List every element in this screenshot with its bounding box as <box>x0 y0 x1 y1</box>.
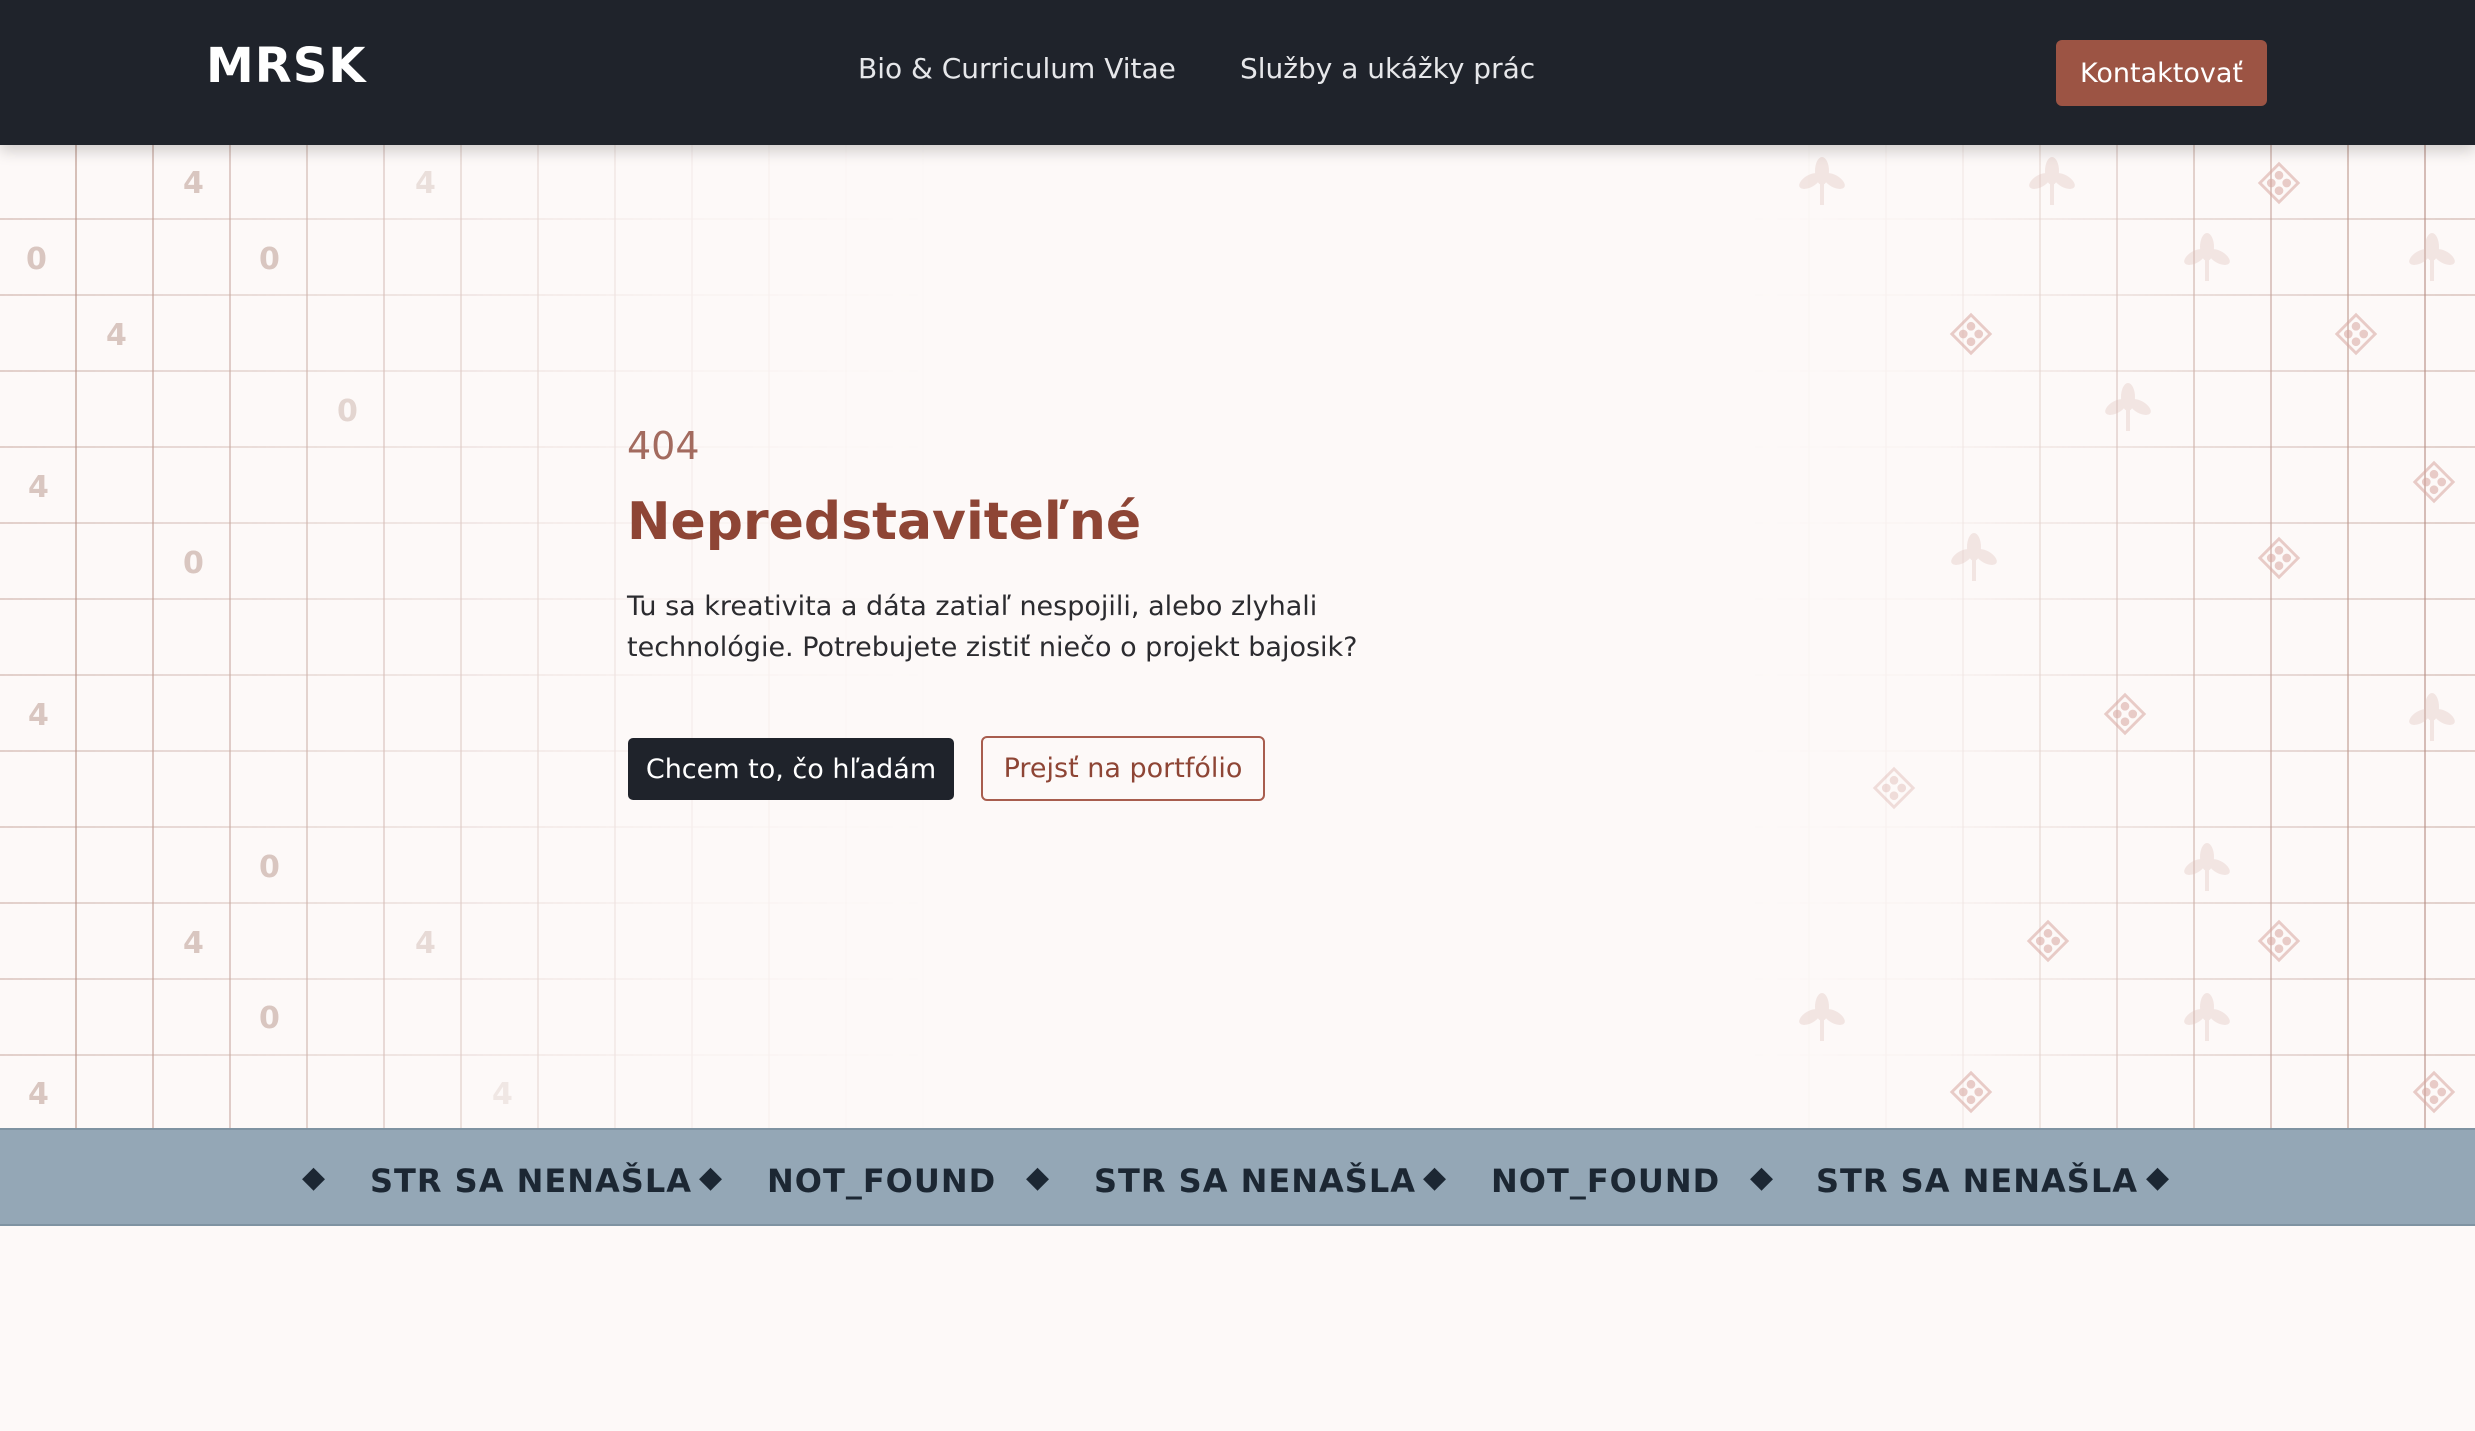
folk-diamond-ornament-icon <box>2257 919 2301 963</box>
diamond-icon: ◆ <box>302 1160 326 1195</box>
logo[interactable]: MRSK <box>206 38 367 94</box>
contact-button[interactable]: Kontaktovať <box>2056 40 2267 106</box>
marquee-item: STR SA NENAŠLA <box>1094 1162 1416 1200</box>
folk-diamond-ornament-icon <box>2334 312 2378 356</box>
folk-flower-ornament-icon <box>2409 693 2455 741</box>
folk-flower-ornament-icon <box>1799 993 1845 1041</box>
folk-diamond-ornament-icon <box>2412 1070 2456 1114</box>
error-code: 404 <box>627 424 700 468</box>
background-digit: 4 <box>28 698 49 733</box>
folk-flower-ornament-icon <box>2409 233 2455 281</box>
folk-diamond-ornament-icon <box>2257 536 2301 580</box>
folk-diamond-ornament-icon <box>1949 1070 1993 1114</box>
background-digit: 4 <box>183 166 204 201</box>
background-grid-right <box>1500 145 2475 1130</box>
folk-diamond-ornament-icon <box>2412 460 2456 504</box>
error-description: Tu sa kreativita a dáta zatiaľ nespojili… <box>627 591 1358 663</box>
folk-flower-ornament-icon <box>2184 233 2230 281</box>
diamond-icon: ◆ <box>1026 1160 1050 1195</box>
background-digit: 4 <box>28 1077 49 1112</box>
background-digit: 0 <box>183 546 204 581</box>
folk-diamond-ornament-icon <box>1949 312 1993 356</box>
page-title: Nepredstaviteľné <box>627 492 1142 552</box>
background-digit: 4 <box>415 926 436 961</box>
background-digit: 0 <box>259 242 280 277</box>
diamond-icon: ◆ <box>2146 1160 2170 1195</box>
background-digit: 0 <box>26 242 47 277</box>
folk-flower-ornament-icon <box>2184 843 2230 891</box>
background-digit: 4 <box>492 1077 513 1112</box>
top-navbar: MRSK Bio & Curriculum Vitae Služby a uká… <box>0 0 2475 145</box>
background-digit: 0 <box>337 394 358 429</box>
folk-flower-ornament-icon <box>2105 383 2151 431</box>
background-digit: 0 <box>259 850 280 885</box>
go-to-portfolio-button[interactable]: Prejsť na portfólio <box>981 736 1265 801</box>
folk-flower-ornament-icon <box>1799 157 1845 205</box>
marquee-band: ◆ STR SA NENAŠLA ◆ NOT_FOUND ◆ STR SA NE… <box>0 1128 2475 1226</box>
marquee-item: NOT_FOUND <box>1491 1162 1721 1200</box>
nav-link-bio[interactable]: Bio & Curriculum Vitae <box>858 52 1176 85</box>
marquee-item: NOT_FOUND <box>767 1162 997 1200</box>
folk-flower-ornament-icon <box>1951 533 1997 581</box>
folk-diamond-ornament-icon <box>2026 919 2070 963</box>
nav-link-services[interactable]: Služby a ukážky prác <box>1240 52 1535 85</box>
diamond-icon: ◆ <box>699 1160 723 1195</box>
folk-diamond-ornament-icon <box>1872 766 1916 810</box>
folk-flower-ornament-icon <box>2029 157 2075 205</box>
background-digit: 4 <box>415 166 436 201</box>
diamond-icon: ◆ <box>1750 1160 1774 1195</box>
folk-diamond-ornament-icon <box>2257 161 2301 205</box>
background-digit: 4 <box>183 926 204 961</box>
find-what-i-need-button[interactable]: Chcem to, čo hľadám <box>628 738 954 800</box>
folk-flower-ornament-icon <box>2184 993 2230 1041</box>
marquee-item: STR SA NENAŠLA <box>1816 1162 2138 1200</box>
background-digit: 4 <box>106 318 127 353</box>
diamond-icon: ◆ <box>1423 1160 1447 1195</box>
folk-diamond-ornament-icon <box>2103 692 2147 736</box>
background-digit: 4 <box>28 470 49 505</box>
background-digit: 0 <box>259 1001 280 1036</box>
marquee-item: STR SA NENAŠLA <box>370 1162 692 1200</box>
